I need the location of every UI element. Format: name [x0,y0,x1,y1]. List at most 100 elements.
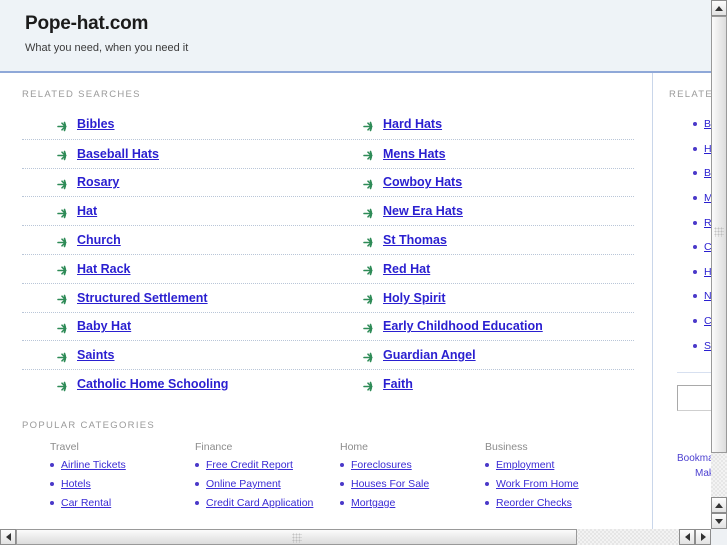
related-search-link[interactable]: St Thomas [383,233,447,247]
related-search-link[interactable]: Bibles [77,117,115,131]
related-search-link[interactable]: Faith [383,377,413,391]
arrow-bullet-icon [363,119,374,132]
related-search-link[interactable]: Guardian Angel [383,348,476,362]
scroll-grip-icon-horizontal [291,533,302,543]
popular-category-link[interactable]: Employment [496,459,554,471]
related-search-row: Saints Guardian Angel [22,340,634,369]
popular-category-link[interactable]: Work From Home [496,478,579,490]
popular-categories-columns: Travel Airline Tickets Hotels Car Rental Fin… [22,441,634,516]
popular-category-link[interactable]: Car Rental [61,497,111,509]
arrow-bullet-icon [363,321,374,334]
dot-bullet-icon [195,481,199,486]
dot-bullet-icon [485,481,489,486]
related-search-link[interactable]: Saints [77,348,115,362]
popular-category-column: Travel Airline Tickets Hotels Car Rental [50,441,195,516]
dot-bullet-icon [50,481,54,486]
popular-category-link[interactable]: Online Payment [206,478,281,490]
scroll-up-button[interactable] [711,0,727,16]
related-search-cell-right: Cowboy Hats [328,175,634,189]
related-search-link[interactable]: Hat [77,204,97,218]
sidebar-link[interactable]: Hard Hats [704,143,711,155]
related-search-row: Bibles Hard Hats [22,110,634,139]
arrow-bullet-icon [363,379,374,391]
dot-bullet-icon [195,462,199,467]
arrow-bullet-icon [57,177,68,190]
sidebar-link[interactable]: Cowboy Hats [704,241,711,253]
scroll-up-button-secondary[interactable] [711,497,727,513]
related-search-link[interactable]: Cowboy Hats [383,175,462,189]
vertical-scroll-thumb[interactable] [711,16,727,453]
scroll-left-button[interactable] [0,529,16,545]
popular-category-item: Airline Tickets [50,459,195,471]
related-search-link[interactable]: Rosary [77,175,119,189]
dot-bullet-icon [693,245,697,250]
popular-category-link[interactable]: Reorder Checks [496,497,572,509]
dot-bullet-icon [693,146,697,151]
popular-category-link[interactable]: Hotels [61,478,91,490]
related-search-cell-right: Hard Hats [328,117,634,131]
related-search-link[interactable]: Structured Settlement [77,291,208,305]
sidebar-list-item: Church [669,309,711,334]
sidebar-link[interactable]: St Thomas [704,340,711,352]
popular-category-item: Houses For Sale [340,478,485,490]
related-search-row: Baseball Hats Mens Hats [22,138,634,168]
scroll-up-arrow-icon [715,5,723,11]
content-wrapper: RELATED SEARCHES Bibles Hard Hats Baseball… [0,73,711,529]
arrow-bullet-icon [57,263,68,276]
scrollbar-corner [711,529,727,545]
sidebar-link[interactable]: Bibles [704,118,711,130]
popular-category-link[interactable]: Foreclosures [351,459,412,471]
horizontal-scrollbar[interactable] [0,529,727,545]
dot-bullet-icon [50,500,54,505]
related-search-row: Hat Rack Red Hat [22,253,634,283]
arrow-bullet-icon [363,206,374,219]
scroll-left-button-secondary[interactable] [679,529,695,545]
bookmark-link[interactable]: Bookmark [677,453,711,464]
sidebar-link[interactable]: Church [704,315,711,327]
sidebar-link[interactable]: Hat [704,266,711,278]
scroll-down-button[interactable] [711,513,727,529]
sidebar-link[interactable]: Baseball Hats [704,167,711,179]
scroll-up-arrow-icon-secondary [715,502,723,508]
scroll-right-button[interactable] [695,529,711,545]
popular-category-link[interactable]: Credit Card Application [206,497,313,509]
popular-category-item: Online Payment [195,478,340,490]
related-search-cell-left: Baby Hat [22,319,328,333]
related-search-link[interactable]: Early Childhood Education [383,319,543,333]
related-search-link[interactable]: Holy Spirit [383,291,446,305]
dot-bullet-icon [340,462,344,467]
sidebar-search-input[interactable] [677,384,711,411]
related-search-link[interactable]: New Era Hats [383,204,463,218]
vertical-scrollbar[interactable] [711,0,727,529]
popular-category-link[interactable]: Free Credit Report [206,459,293,471]
dot-bullet-icon [195,500,199,505]
related-search-link[interactable]: Church [77,233,121,247]
site-tagline: What you need, when you need it [25,41,189,54]
related-search-link[interactable]: Mens Hats [383,147,446,161]
related-search-row: Structured Settlement Holy Spirit [22,282,634,312]
related-search-link[interactable]: Red Hat [383,262,430,276]
sidebar-caption: RELATED [669,89,711,100]
related-search-link[interactable]: Baseball Hats [77,147,159,161]
popular-category-link[interactable]: Mortgage [351,497,395,509]
related-search-link[interactable]: Hard Hats [383,117,442,131]
popular-category-item: Credit Card Application [195,497,340,509]
sidebar-link[interactable]: Mens Hats [704,192,711,204]
dot-bullet-icon [693,196,697,201]
dot-bullet-icon [693,269,697,274]
related-search-link[interactable]: Hat Rack [77,262,131,276]
homepage-link[interactable]: Make this my home page [695,468,711,479]
dot-bullet-icon [693,220,697,225]
sidebar-link[interactable]: Rosary [704,217,711,229]
popular-category-link[interactable]: Houses For Sale [351,478,429,490]
related-search-cell-right: Holy Spirit [328,291,634,305]
related-search-cell-right: Faith [328,377,634,391]
arrow-bullet-icon [57,119,68,132]
related-search-cell-left: Structured Settlement [22,291,328,305]
related-search-row: Baby Hat Early Childhood Education [22,311,634,341]
related-search-link[interactable]: Baby Hat [77,319,131,333]
related-search-link[interactable]: Catholic Home Schooling [77,377,228,391]
popular-category-link[interactable]: Airline Tickets [61,459,126,471]
sidebar-link[interactable]: New Era Hats [704,290,711,302]
horizontal-scroll-thumb[interactable] [16,529,577,545]
